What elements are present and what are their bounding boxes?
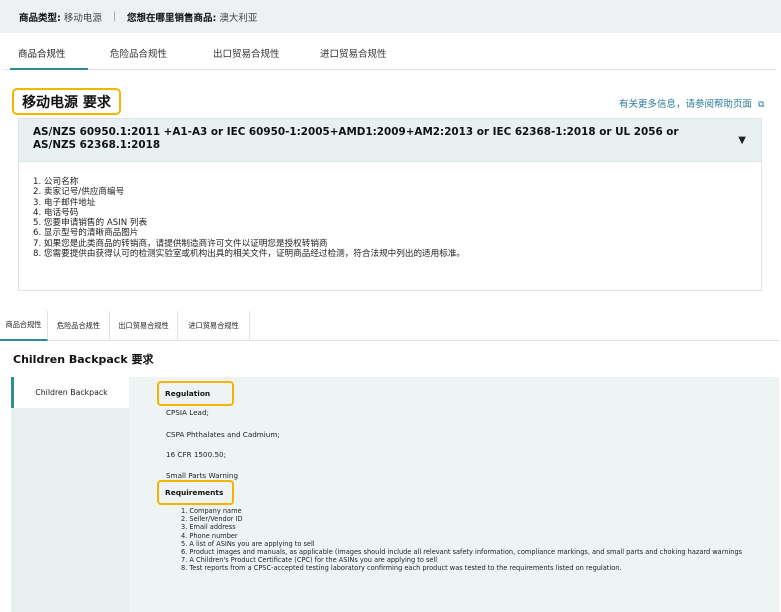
- active-tab-indicator: [10, 68, 88, 70]
- list-item: 3. Email address: [181, 523, 236, 532]
- external-link-icon: ⧉: [758, 100, 765, 110]
- requirements-card: AS/NZS 60950.1:2011 +A1-A3 or IEC 60950-…: [18, 118, 762, 291]
- tab-dangerous-goods-compliance[interactable]: 危险品合规性: [110, 46, 167, 60]
- product-info-bar: 商品类型: 移动电源 | 您想在哪里销售商品: 澳大利亚: [0, 0, 781, 33]
- list-item: 8. 您需要提供由获得认可的检测实验室或机构出具的相关文件，证明商品经过检测，符…: [33, 249, 466, 260]
- list-item: 1. Company name: [181, 507, 242, 515]
- standard-header[interactable]: AS/NZS 60950.1:2011 +A1-A3 or IEC 60950-…: [19, 119, 761, 162]
- caret-down-icon[interactable]: ▼: [738, 134, 746, 147]
- tab-export-compliance[interactable]: 出口贸易合规性: [213, 46, 280, 60]
- list-item: 1. 公司名称: [33, 177, 79, 187]
- tab-import-compliance[interactable]: 进口贸易合规性: [178, 311, 250, 341]
- list-item: 3. 电子邮件地址: [33, 197, 96, 208]
- regulation-heading: Regulation: [157, 381, 234, 406]
- category-sidebar: Children Backpack: [11, 377, 129, 612]
- tab-product-compliance[interactable]: 商品合规性: [0, 311, 48, 341]
- marketplace-value: 澳大利亚: [219, 12, 258, 24]
- info-separator: |: [112, 11, 117, 22]
- compliance-tabs-secondary: 商品合规性 危险品合规性 出口贸易合规性 进口贸易合规性: [0, 311, 779, 341]
- compliance-tabs: 商品合规性 危险品合规性 出口贸易合规性 进口贸易合规性: [4, 40, 776, 70]
- list-item: 5. 您要申请销售的 ASIN 列表: [33, 218, 148, 229]
- category-label: 商品类型:: [19, 12, 61, 24]
- tab-product-compliance[interactable]: 商品合规性: [18, 46, 66, 60]
- list-item: 8. Test reports from a CPSC-accepted tes…: [181, 564, 622, 573]
- tab-import-compliance[interactable]: 进口贸易合规性: [320, 46, 387, 60]
- list-item: 4. Phone number: [181, 531, 238, 540]
- marketplace-label: 您想在哪里销售商品:: [127, 12, 217, 24]
- list-item: 2. 卖家记号/供应商编号: [33, 187, 125, 198]
- section-title-secondary: Children Backpack 要求: [13, 353, 154, 366]
- regulation-item: Small Parts Warning: [166, 471, 239, 480]
- list-item: 6. Product images and manuals, as applic…: [181, 548, 743, 557]
- list-item: 4. 电话号码: [33, 207, 79, 218]
- list-item: 5. A list of ASINs you are applying to s…: [181, 539, 315, 548]
- standard-text: AS/NZS 60950.1:2011 +A1-A3 or IEC 60950-…: [33, 126, 679, 151]
- help-link-text: 有关更多信息，请参阅帮助页面: [619, 99, 753, 110]
- requirements-panel: Children Backpack: [11, 377, 779, 612]
- regulation-item: 16 CFR 1500.50;: [166, 450, 227, 459]
- list-item: 6. 显示型号的清晰商品图片: [33, 228, 139, 239]
- requirements-list-secondary: 1. Company name 2. Seller/Vendor ID 3. E…: [181, 507, 742, 573]
- section-title: 移动电源 要求: [12, 88, 121, 115]
- tab-dangerous-goods-compliance[interactable]: 危险品合规性: [48, 311, 110, 341]
- sidebar-item-children-backpack[interactable]: Children Backpack: [11, 377, 129, 408]
- category-value: 移动电源: [63, 12, 102, 24]
- list-item: 2. Seller/Vendor ID: [181, 515, 243, 524]
- help-page-link[interactable]: 有关更多信息，请参阅帮助页面 ⧉: [619, 96, 764, 110]
- requirements-heading: Requirements: [157, 480, 234, 505]
- list-item: 7. A Children's Product Certificate (CPC…: [181, 556, 438, 565]
- regulation-item: CSPA Phthalates and Cadmium;: [166, 430, 280, 439]
- regulation-item: CPSIA Lead;: [166, 408, 209, 417]
- tab-export-compliance[interactable]: 出口贸易合规性: [110, 311, 178, 341]
- requirements-list: 1. 公司名称 2. 卖家记号/供应商编号 3. 电子邮件地址 4. 电话号码 …: [19, 162, 761, 259]
- list-item: 7. 如果您是此类商品的转销商，请提供制造商许可文件以证明您是授权转销商: [33, 238, 328, 249]
